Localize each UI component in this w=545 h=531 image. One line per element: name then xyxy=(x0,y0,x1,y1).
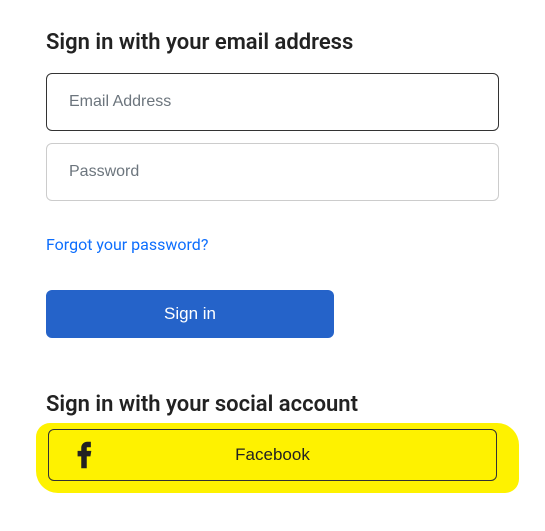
social-section-heading: Sign in with your social account xyxy=(46,392,499,417)
email-section-heading: Sign in with your email address xyxy=(46,30,499,55)
facebook-button[interactable]: Facebook xyxy=(48,429,497,481)
forgot-password-link[interactable]: Forgot your password? xyxy=(46,235,208,254)
facebook-highlight: Facebook xyxy=(46,427,499,489)
signin-form: Sign in with your email address Forgot y… xyxy=(46,30,499,489)
facebook-icon xyxy=(73,440,95,470)
email-field[interactable] xyxy=(46,73,499,131)
signin-button[interactable]: Sign in xyxy=(46,290,334,338)
password-field[interactable] xyxy=(46,143,499,201)
facebook-button-label: Facebook xyxy=(235,445,310,465)
